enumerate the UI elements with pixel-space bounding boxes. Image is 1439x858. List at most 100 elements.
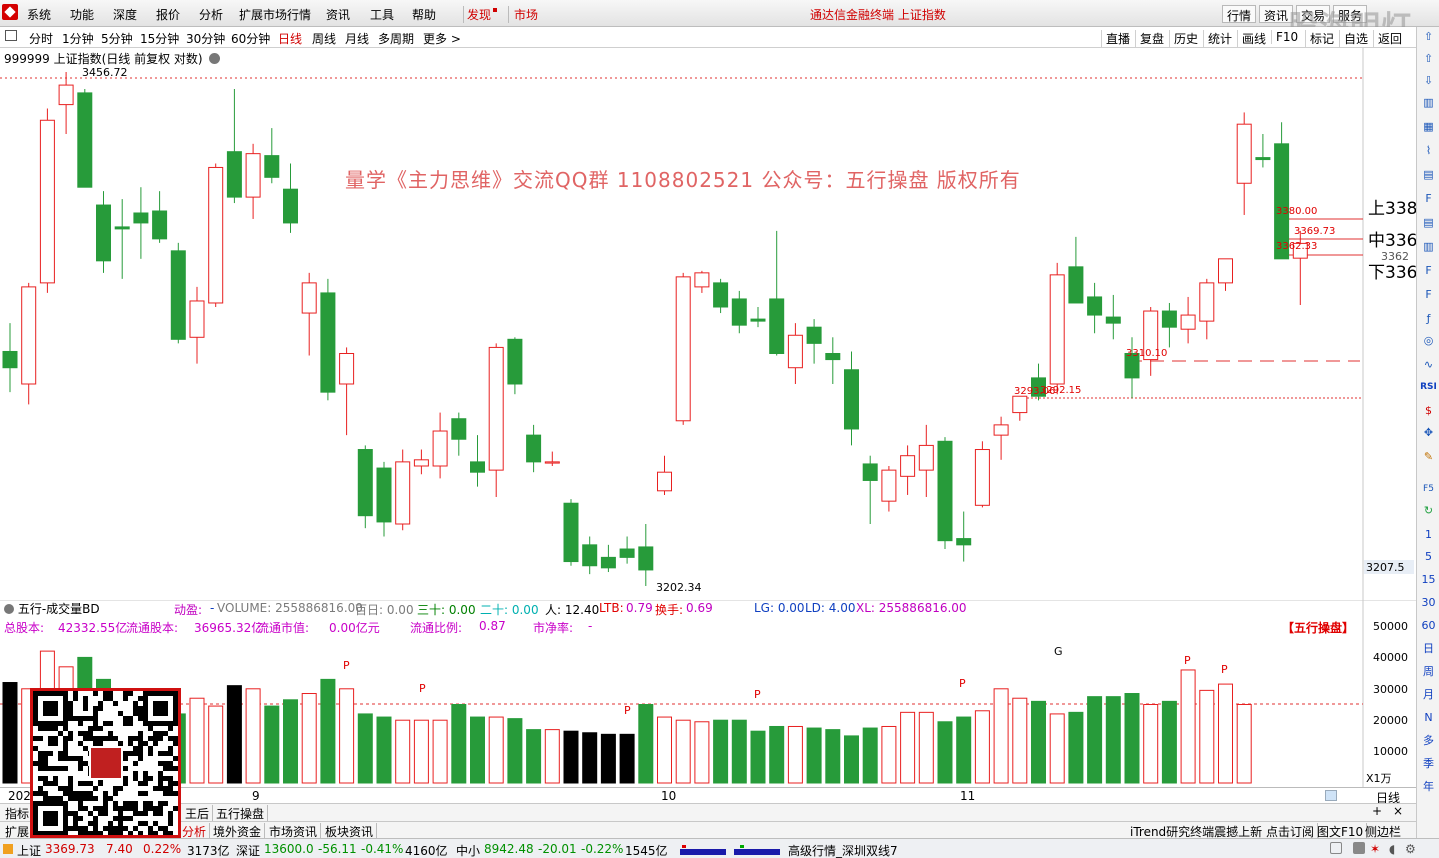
volume-bar[interactable]: [881, 725, 897, 784]
candle-down[interactable]: [320, 292, 336, 393]
candle-down[interactable]: [1255, 157, 1271, 161]
candle-down[interactable]: [376, 467, 392, 523]
tool-watchlist[interactable]: 自选: [1339, 30, 1368, 47]
candle-up[interactable]: [39, 119, 55, 284]
candle-down[interactable]: [1068, 266, 1084, 304]
sound-icon[interactable]: ◖: [1389, 842, 1395, 856]
pencil-icon[interactable]: ✎: [1420, 449, 1437, 465]
candle-down[interactable]: [77, 92, 93, 188]
volume-bar[interactable]: [451, 704, 467, 784]
volume-bar[interactable]: [1161, 700, 1177, 784]
menu-analysis[interactable]: 分析: [199, 6, 223, 23]
candle-up[interactable]: [974, 449, 990, 506]
period-month[interactable]: 月: [1420, 687, 1437, 703]
candle-down[interactable]: [283, 188, 298, 224]
wave-icon[interactable]: ∿: [1420, 357, 1437, 373]
volume-bar[interactable]: [264, 705, 280, 784]
zoom-minus-icon[interactable]: [1325, 790, 1337, 801]
period-day[interactable]: 日: [1420, 641, 1437, 657]
f5-icon[interactable]: F5: [1420, 481, 1437, 497]
volume-bar[interactable]: [844, 735, 859, 784]
volume-bar[interactable]: [563, 730, 579, 784]
volume-bar[interactable]: [769, 725, 785, 784]
menu-market[interactable]: 市场: [508, 6, 538, 23]
candlestick-chart[interactable]: 3456.72 3202.34 3310.10 3293.06 3292.15 …: [0, 48, 1416, 600]
volume-bar[interactable]: [657, 716, 672, 784]
candle-down[interactable]: [507, 338, 523, 385]
tab-monthly[interactable]: 月线: [345, 30, 369, 47]
tab-60min[interactable]: 60分钟: [231, 30, 270, 47]
volume-bar[interactable]: [226, 685, 242, 784]
arrow-up-icon-2[interactable]: ⇧: [1420, 51, 1437, 67]
period-year[interactable]: 年: [1420, 779, 1437, 795]
menu-depth[interactable]: 深度: [113, 6, 137, 23]
volume-bar[interactable]: [1199, 689, 1215, 784]
menu-system[interactable]: 系统: [27, 6, 51, 23]
candle-up[interactable]: [675, 276, 691, 422]
tool-back[interactable]: 返回: [1373, 30, 1402, 47]
volume-bar[interactable]: [1180, 669, 1196, 784]
candle-down[interactable]: [470, 461, 485, 473]
tool-f10[interactable]: F10: [1271, 30, 1298, 44]
volume-bar[interactable]: [376, 716, 392, 784]
volume-bar[interactable]: [638, 704, 654, 784]
lock-icon[interactable]: [1353, 842, 1365, 854]
candle-down[interactable]: [226, 151, 242, 198]
candle-up[interactable]: [21, 286, 37, 385]
candle-down[interactable]: [451, 418, 467, 440]
volume-bar[interactable]: [526, 729, 542, 784]
volume-bar[interactable]: [918, 711, 934, 784]
volume-bar[interactable]: [1031, 700, 1046, 784]
arrow-up-icon[interactable]: ⇧: [1420, 29, 1437, 45]
tab-30min[interactable]: 30分钟: [186, 30, 225, 47]
menu-news[interactable]: 资讯: [326, 6, 350, 23]
volume-bar[interactable]: [1012, 697, 1028, 784]
settings-circle-icon[interactable]: [209, 53, 221, 64]
period-n[interactable]: N: [1420, 710, 1437, 726]
candle-down[interactable]: [806, 326, 822, 344]
volume-bar[interactable]: [787, 725, 803, 784]
volume-bar[interactable]: [320, 678, 336, 784]
volume-bar[interactable]: [600, 733, 616, 784]
candle-up[interactable]: [918, 444, 934, 471]
menu-tools[interactable]: 工具: [370, 6, 394, 23]
volume-bar[interactable]: [283, 699, 298, 784]
candle-up[interactable]: [208, 166, 224, 304]
volume-bar[interactable]: [675, 719, 691, 784]
refresh-icon[interactable]: ↻: [1420, 503, 1437, 519]
candle-up[interactable]: [301, 282, 317, 314]
candle-down[interactable]: [526, 434, 542, 463]
f2-icon[interactable]: F: [1420, 287, 1437, 303]
candle-down[interactable]: [619, 548, 635, 558]
volume-bar[interactable]: [1049, 713, 1065, 784]
volume-bar[interactable]: [1087, 696, 1103, 784]
tab-fenshi[interactable]: 分时: [29, 30, 53, 47]
candle-down[interactable]: [563, 502, 579, 563]
candle-down[interactable]: [750, 318, 766, 322]
candle-up[interactable]: [993, 424, 1009, 436]
volume-bar[interactable]: [1124, 693, 1140, 784]
tab-multi-period[interactable]: 多周期: [378, 30, 414, 47]
tab-more[interactable]: 更多 >: [423, 30, 461, 47]
candle-down[interactable]: [825, 352, 841, 361]
tab-daily[interactable]: 日线: [278, 30, 302, 47]
volume-bar[interactable]: [694, 721, 710, 784]
candle-up[interactable]: [245, 153, 261, 198]
tab-weekly[interactable]: 周线: [312, 30, 336, 47]
tool-live[interactable]: 直播: [1101, 30, 1130, 47]
period-week[interactable]: 周: [1420, 664, 1437, 680]
candle-up[interactable]: [395, 461, 411, 525]
candle-up[interactable]: [1049, 274, 1065, 385]
settings-icon[interactable]: ⚙: [1405, 842, 1416, 856]
volume-bar[interactable]: [395, 719, 411, 784]
candle-down[interactable]: [731, 298, 747, 326]
candle-down[interactable]: [937, 440, 953, 542]
menu-extended-market[interactable]: 扩展市场行情: [239, 6, 311, 23]
line-chart-icon[interactable]: ⌇: [1420, 143, 1437, 159]
volume-bar[interactable]: [582, 732, 598, 784]
close-tab-icon[interactable]: ×: [1393, 804, 1403, 818]
volume-bar[interactable]: [750, 730, 766, 784]
volume-bar[interactable]: [806, 727, 822, 784]
candle-down[interactable]: [582, 544, 598, 567]
book-icon[interactable]: ▥: [1420, 95, 1437, 111]
